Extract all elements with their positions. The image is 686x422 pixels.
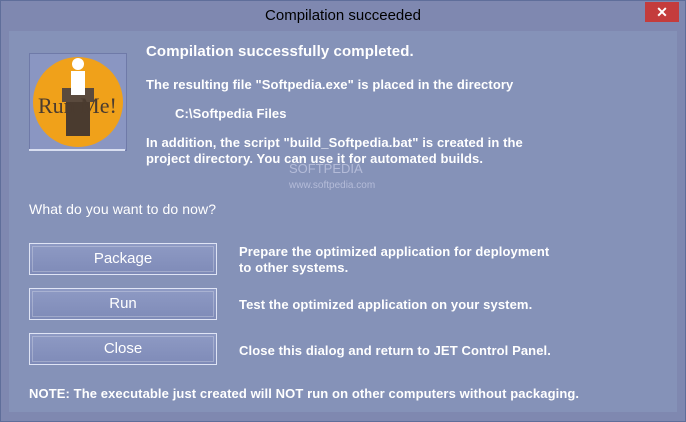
compilation-dialog: Compilation succeeded ✕ Run Me! Compilat… bbox=[0, 0, 686, 422]
result-file-text: The resulting file "Softpedia.exe" is pl… bbox=[146, 77, 514, 92]
window-title: Compilation succeeded bbox=[265, 7, 421, 24]
question-text: What do you want to do now? bbox=[29, 201, 217, 217]
directory-text: C:\Softpedia Files bbox=[175, 106, 287, 121]
close-window-button[interactable]: ✕ bbox=[645, 2, 679, 22]
softpedia-watermark: SOFTPEDIA www.softpedia.com bbox=[289, 161, 375, 191]
watermark-text: SOFTPEDIA bbox=[289, 161, 363, 176]
close-description: Close this dialog and return to JET Cont… bbox=[239, 343, 551, 358]
headline: Compilation successfully completed. bbox=[146, 43, 414, 60]
script-info-line-1: In addition, the script "build_Softpedia… bbox=[146, 135, 523, 150]
package-description-1: Prepare the optimized application for de… bbox=[239, 244, 550, 259]
logo-divider bbox=[29, 149, 125, 151]
coffee-grinder-icon: Run Me! bbox=[33, 57, 123, 147]
run-button[interactable]: Run bbox=[29, 288, 217, 320]
package-button[interactable]: Package bbox=[29, 243, 217, 275]
close-button[interactable]: Close bbox=[29, 333, 217, 365]
package-button-border bbox=[32, 246, 214, 272]
app-logo: Run Me! bbox=[29, 53, 127, 151]
watermark-subtext: www.softpedia.com bbox=[289, 180, 376, 191]
package-description-2: to other systems. bbox=[239, 260, 349, 275]
logo-text: Run Me! bbox=[38, 93, 117, 118]
title-bar: Compilation succeeded ✕ bbox=[1, 1, 685, 31]
run-description: Test the optimized application on your s… bbox=[239, 297, 533, 312]
packaging-note: NOTE: The executable just created will N… bbox=[29, 386, 580, 401]
dialog-client-area: Run Me! Compilation successfully complet… bbox=[9, 31, 677, 412]
close-button-border bbox=[32, 336, 214, 362]
run-button-border bbox=[32, 291, 214, 317]
